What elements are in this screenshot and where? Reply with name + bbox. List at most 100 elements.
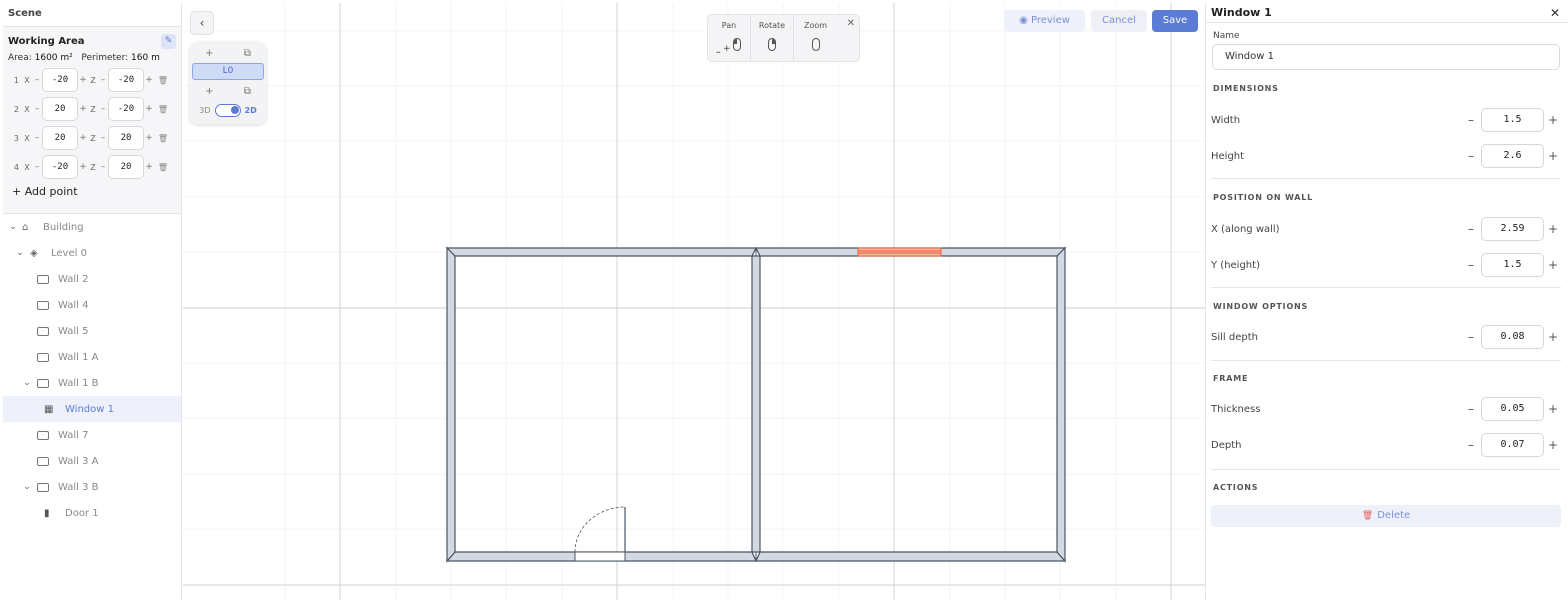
point-x-input[interactable]: 20 [42,126,78,150]
tree-item-wall[interactable]: Wall 3 A [3,448,181,474]
tree-item-wall[interactable]: ⌄ Wall 1 B [3,370,181,396]
tree-item-level[interactable]: ⌄ ◈ Level 0 [3,240,181,266]
divider [1211,469,1561,470]
wall-icon [37,326,49,336]
chevron-down-icon[interactable]: ⌄ [15,248,25,258]
delete-button[interactable]: 🗑 Delete [1211,505,1561,527]
add-level-below-button[interactable]: + [205,86,213,97]
decrement-depth-button[interactable]: – [1465,438,1477,452]
close-icon[interactable]: ✕ [847,18,855,29]
decrement-x-button[interactable]: – [32,133,42,143]
preview-button[interactable]: ◉ Preview [1004,10,1085,32]
decrement-x-button[interactable]: – [32,104,42,114]
increment-z-button[interactable]: + [144,133,154,143]
cancel-button[interactable]: Cancel [1091,10,1147,32]
increment-thickness-button[interactable]: + [1547,402,1559,416]
add-point-button[interactable]: + Add point [8,185,176,198]
wall-right [1056,246,1066,563]
decrement-height-button[interactable]: – [1465,149,1477,163]
add-level-above-button[interactable]: + [205,48,213,59]
increment-x-button[interactable]: + [1547,222,1559,236]
working-area-stats: Area: 1600 m² Perimeter: 160 m [8,53,160,63]
point-z-input[interactable]: -20 [108,97,144,121]
tree-item-wall[interactable]: Wall 1 A [3,344,181,370]
decrement-x-button[interactable]: – [32,162,42,172]
y-height-input[interactable]: 1.5 [1481,253,1544,277]
increment-depth-button[interactable]: + [1547,438,1559,452]
decrement-z-button[interactable]: – [98,133,108,143]
thickness-row: Thickness – 0.05 + [1206,397,1568,421]
point-x-input[interactable]: -20 [42,155,78,179]
point-z-input[interactable]: -20 [108,68,144,92]
width-input[interactable]: 1.5 [1481,108,1544,132]
increment-x-button[interactable]: + [78,75,88,85]
decrement-width-button[interactable]: – [1465,113,1477,127]
trash-icon[interactable]: 🗑 [156,76,170,85]
wall-icon [37,378,49,388]
divider [1211,360,1561,361]
tree-item-building[interactable]: ⌄ ⌂ Building [3,214,181,240]
decrement-thickness-button[interactable]: – [1465,402,1477,416]
decrement-y-button[interactable]: – [1465,258,1477,272]
wall-icon [37,274,49,284]
back-button[interactable]: ‹ [190,11,214,35]
tree-item-door[interactable]: ▮ Door 1 [3,500,181,526]
chevron-down-icon[interactable]: ⌄ [8,222,18,232]
tree-item-window[interactable]: ▦ Window 1 [3,396,181,422]
eye-icon: ◉ [1019,15,1028,26]
increment-x-button[interactable]: + [78,162,88,172]
panel-title: Window 1 [1211,6,1272,19]
view-mode-switch[interactable] [214,104,241,117]
increment-z-button[interactable]: + [144,75,154,85]
increment-x-button[interactable]: + [78,133,88,143]
divider [1211,178,1561,179]
increment-x-button[interactable]: + [78,104,88,114]
tree-item-wall[interactable]: Wall 7 [3,422,181,448]
decrement-sill-button[interactable]: – [1465,330,1477,344]
copy-level-icon[interactable]: ⧉ [244,86,251,97]
chevron-down-icon[interactable]: ⌄ [22,378,32,388]
decrement-x-button[interactable]: – [32,75,42,85]
x-along-wall-input[interactable]: 2.59 [1481,217,1544,241]
section-window-options: WINDOW OPTIONS [1213,302,1309,311]
point-row: 1 X – -20 + Z – -20 + 🗑 [8,68,176,92]
copy-level-icon[interactable]: ⧉ [244,48,251,59]
trash-icon[interactable]: 🗑 [156,163,170,172]
increment-y-button[interactable]: + [1547,258,1559,272]
decrement-x-button[interactable]: – [1465,222,1477,236]
chevron-down-icon[interactable]: ⌄ [22,482,32,492]
point-z-input[interactable]: 20 [108,126,144,150]
tree-item-wall[interactable]: Wall 4 [3,292,181,318]
sill-depth-input[interactable]: 0.08 [1481,325,1544,349]
increment-height-button[interactable]: + [1547,149,1559,163]
increment-sill-button[interactable]: + [1547,330,1559,344]
increment-width-button[interactable]: + [1547,113,1559,127]
decrement-z-button[interactable]: – [98,162,108,172]
tree-item-wall[interactable]: Wall 2 [3,266,181,292]
decrement-z-button[interactable]: – [98,104,108,114]
point-x-input[interactable]: -20 [42,68,78,92]
wall-top-left [445,247,757,257]
decrement-z-button[interactable]: – [98,75,108,85]
trash-icon[interactable]: 🗑 [156,134,170,143]
point-row: 3 X – 20 + Z – 20 + 🗑 [8,126,176,150]
current-level-button[interactable]: L0 [192,63,264,80]
wall-left [446,246,456,563]
tree-item-wall[interactable]: ⌄ Wall 3 B [3,474,181,500]
floor-plan-canvas[interactable] [183,3,1205,600]
height-input[interactable]: 2.6 [1481,144,1544,168]
thickness-input[interactable]: 0.05 [1481,397,1544,421]
depth-input[interactable]: 0.07 [1481,433,1544,457]
edit-working-area-button[interactable]: ✎ [161,33,176,49]
trash-icon[interactable]: 🗑 [156,105,170,114]
view-mode-toggle[interactable]: 3D 2D [190,104,266,117]
tree-item-wall[interactable]: Wall 5 [3,318,181,344]
point-z-input[interactable]: 20 [108,155,144,179]
increment-z-button[interactable]: + [144,162,154,172]
increment-z-button[interactable]: + [144,104,154,114]
floor-plan-drawing[interactable] [183,3,1205,600]
name-input[interactable]: Window 1 [1212,44,1560,70]
save-button[interactable]: Save [1152,10,1198,32]
close-icon[interactable]: ✕ [1550,6,1560,20]
point-x-input[interactable]: 20 [42,97,78,121]
